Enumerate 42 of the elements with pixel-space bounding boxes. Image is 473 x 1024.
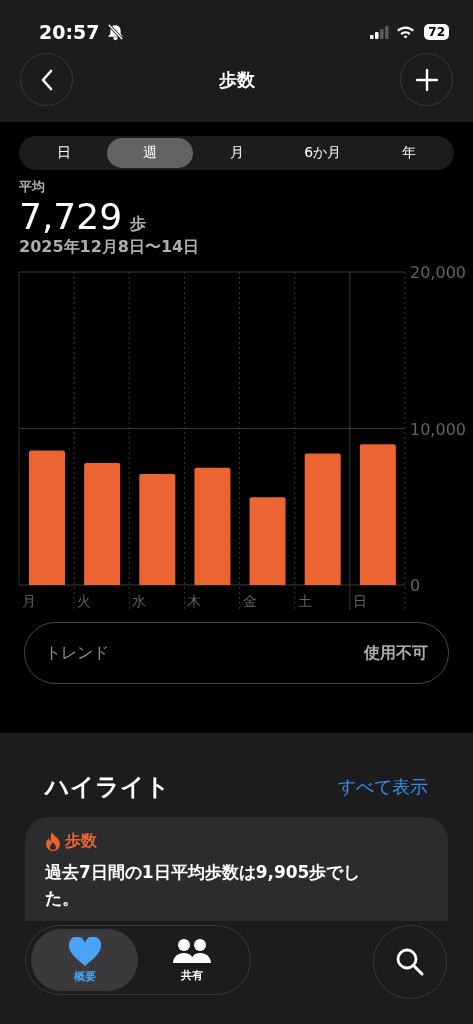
x-axis-label: 金 (242, 593, 257, 609)
show-all-link[interactable]: すべて表示 (338, 775, 428, 799)
trend-label: トレンド (45, 642, 109, 664)
unit-label: 歩 (130, 214, 147, 235)
flame-icon (45, 832, 61, 851)
period-tab[interactable]: 6か月 (279, 138, 366, 168)
period-tab[interactable]: 日 (21, 138, 108, 168)
x-axis-label: 月 (22, 593, 36, 609)
heart-icon (67, 936, 102, 967)
screen-title: 歩数 (218, 67, 255, 92)
people-icon (171, 937, 212, 966)
back-button[interactable] (20, 53, 73, 106)
highlight-text: 過去7日間の1日平均歩数は9,905歩でした。 (45, 861, 362, 910)
add-button[interactable] (400, 53, 453, 106)
plus-icon (415, 68, 438, 91)
date-range: 2025年12月8日〜14日 (19, 237, 201, 258)
trend-value: 使用不可 (364, 642, 428, 664)
section-title: ハイライト (45, 772, 170, 803)
battery-indicator: 72 (424, 24, 449, 40)
highlight-card[interactable]: 歩数 過去7日間の1日平均歩数は9,905歩でした。 (25, 817, 448, 921)
category-label: 歩数 (65, 831, 97, 852)
x-axis-label: 火 (77, 593, 92, 609)
x-axis-label: 土 (297, 593, 312, 609)
clock-time: 20:57 (39, 21, 100, 43)
y-axis-label: 20,000 (410, 263, 466, 282)
chevron-left-icon (39, 68, 54, 91)
y-axis-label: 0 (410, 576, 421, 595)
signal-icon (370, 25, 391, 39)
period-tab[interactable]: 年 (365, 138, 452, 168)
x-axis-label: 水 (132, 593, 147, 609)
period-tab[interactable]: 月 (193, 138, 280, 168)
wifi-icon (396, 25, 416, 39)
average-value: 7,729 (19, 196, 123, 237)
x-axis-label: 木 (187, 593, 202, 609)
x-axis-label: 日 (352, 593, 367, 609)
tab-item[interactable]: 概要 (31, 929, 138, 991)
bell-slash-icon (107, 23, 125, 41)
search-icon (395, 947, 425, 977)
tab-item[interactable]: 共有 (138, 929, 245, 991)
y-axis-label: 10,000 (410, 419, 466, 439)
period-tab[interactable]: 週 (107, 138, 194, 168)
average-label: 平均 (19, 178, 46, 196)
